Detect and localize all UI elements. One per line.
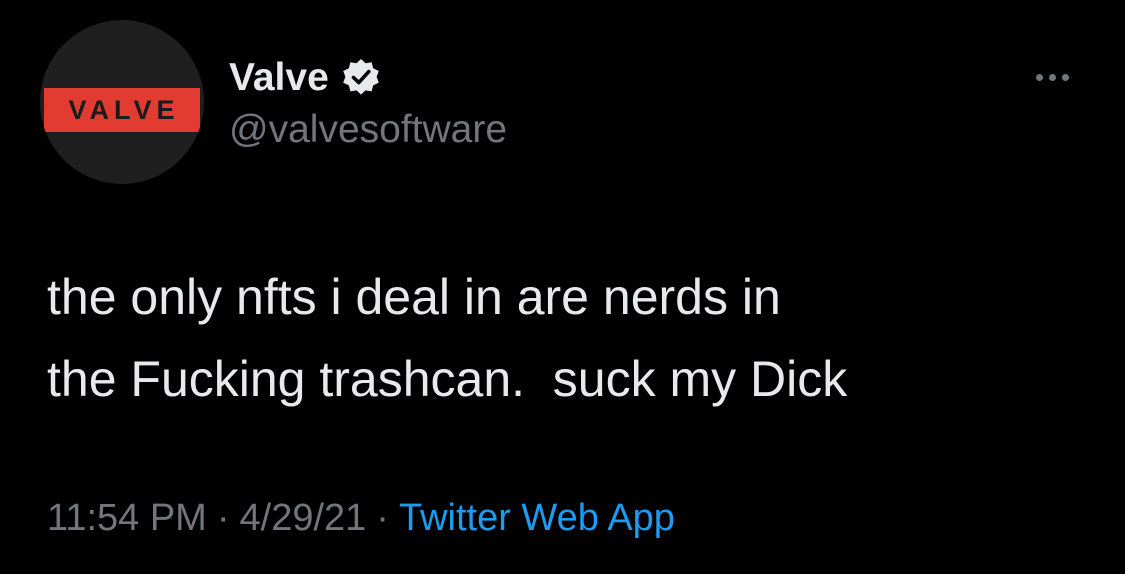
tweet-card: VALVE Valve @valvesoftware the only nfts… xyxy=(0,0,1125,574)
tweet-source-link[interactable]: Twitter Web App xyxy=(399,497,675,539)
more-horizontal-icon xyxy=(1035,73,1043,81)
verified-badge-icon xyxy=(341,57,381,97)
avatar[interactable]: VALVE xyxy=(40,20,204,184)
tweet-text: the only nfts i deal in are nerds in the… xyxy=(47,269,848,407)
valve-logo: VALVE xyxy=(44,88,200,132)
more-horizontal-icon-dot xyxy=(1048,73,1056,81)
display-name[interactable]: Valve xyxy=(229,58,329,97)
separator: · xyxy=(376,497,389,539)
tweet-date[interactable]: 4/29/21 xyxy=(240,497,367,539)
separator: · xyxy=(216,497,230,539)
valve-logo-text: VALVE xyxy=(68,94,180,125)
author-name-row: Valve xyxy=(229,52,381,102)
more-horizontal-icon-dot xyxy=(1061,73,1069,81)
tweet-metadata: 11:54 PM · 4/29/21 · Twitter Web App xyxy=(47,494,675,542)
author-handle[interactable]: @valvesoftware xyxy=(229,110,507,149)
tweet-time[interactable]: 11:54 PM xyxy=(47,497,207,539)
more-options-button[interactable] xyxy=(1028,62,1076,92)
